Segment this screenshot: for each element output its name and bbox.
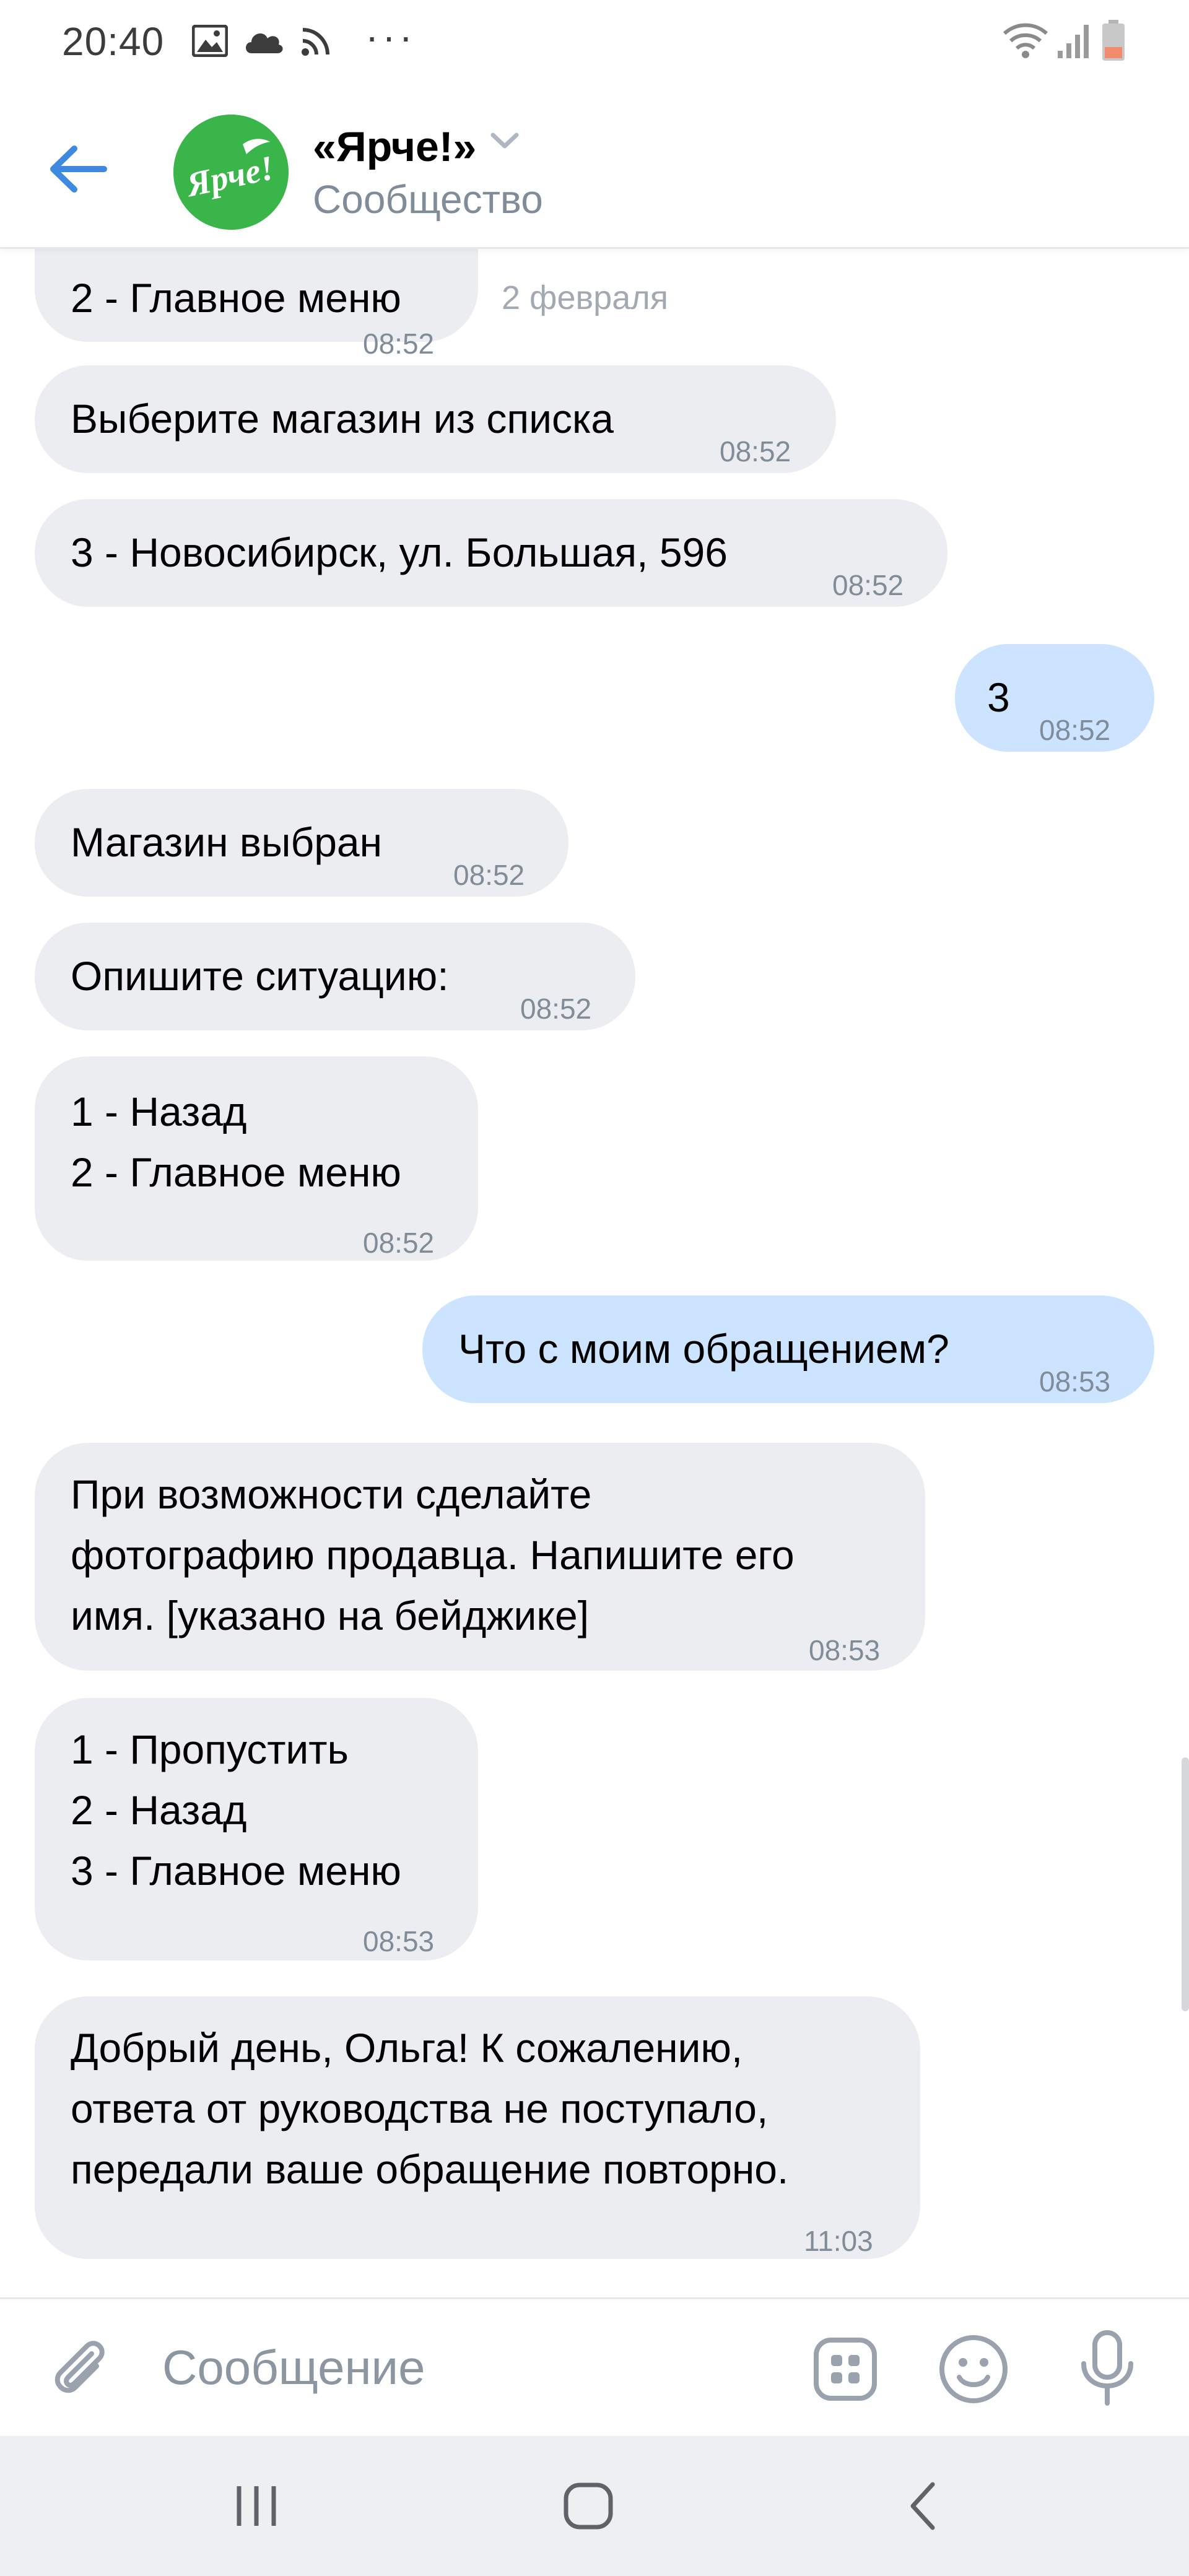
emoji-icon[interactable] bbox=[938, 2334, 1009, 2404]
date-separator: 2 февраля bbox=[502, 279, 668, 316]
incoming-message[interactable]: Опишите ситуацию: 08:52 bbox=[35, 923, 635, 1030]
message-time: 08:52 bbox=[363, 1227, 435, 1259]
message-time: 08:52 bbox=[520, 993, 592, 1025]
message-time: 11:03 bbox=[804, 2225, 873, 2257]
incoming-message[interactable]: 1 - Пропустить 2 - Назад 3 - Главное мен… bbox=[35, 1698, 478, 1960]
message-line: имя. [указано на бейджике] bbox=[71, 1593, 590, 1638]
outgoing-message[interactable]: 3 08:52 bbox=[955, 644, 1154, 752]
yarche-logo-icon: Ярче! bbox=[173, 115, 289, 230]
gallery-icon bbox=[192, 25, 228, 57]
incoming-message[interactable]: Магазин выбран 08:52 bbox=[35, 789, 568, 897]
incoming-message[interactable]: Выберите магазин из списка 08:52 bbox=[35, 365, 836, 473]
chat-header: Ярче! «Ярче!» Сообщество bbox=[0, 87, 1189, 249]
message-text: Магазин выбран bbox=[71, 819, 383, 865]
back-arrow-icon[interactable] bbox=[47, 142, 109, 196]
message-time: 08:53 bbox=[809, 1634, 881, 1666]
chevron-down-icon[interactable] bbox=[489, 130, 520, 152]
recent-apps-button[interactable] bbox=[163, 2436, 349, 2576]
chat-title[interactable]: «Ярче!» bbox=[313, 123, 476, 171]
cast-icon bbox=[302, 28, 329, 56]
message-line: Добрый день, Ольга! К сожалению, bbox=[71, 2025, 743, 2071]
microphone-icon[interactable] bbox=[1078, 2330, 1137, 2407]
message-text: 2 - Главное меню bbox=[71, 275, 401, 321]
message-text: Опишите ситуацию: bbox=[71, 953, 449, 999]
bot-keyboard-icon[interactable] bbox=[812, 2336, 878, 2402]
message-composer bbox=[0, 2297, 1189, 2436]
message-time: 08:52 bbox=[832, 569, 904, 601]
chat-subtitle: Сообщество bbox=[313, 177, 543, 222]
system-navigation-bar bbox=[0, 2436, 1189, 2576]
recent-apps-icon bbox=[237, 2486, 276, 2526]
message-text: Выберите магазин из списка bbox=[71, 396, 614, 442]
battery-icon bbox=[1102, 20, 1125, 61]
incoming-message[interactable]: При возможности сделайте фотографию прод… bbox=[35, 1443, 925, 1671]
message-time: 08:52 bbox=[453, 859, 525, 891]
message-line: 3 - Главное меню bbox=[71, 1848, 401, 1894]
more-notifications: ··· bbox=[365, 14, 416, 59]
message-line: При возможности сделайте bbox=[71, 1471, 592, 1517]
incoming-message[interactable]: 3 - Новосибирск, ул. Большая, 596 08:52 bbox=[35, 499, 947, 607]
attach-icon[interactable] bbox=[47, 2335, 115, 2403]
message-line: 2 - Главное меню bbox=[71, 1149, 401, 1195]
incoming-message[interactable]: 2 - Главное меню 08:52 bbox=[35, 249, 478, 360]
message-line: 1 - Пропустить bbox=[71, 1726, 349, 1772]
message-line: передали ваше обращение повторно. bbox=[71, 2146, 789, 2192]
message-line: ответа от руководства не поступало, bbox=[71, 2086, 769, 2131]
cloud-icon bbox=[246, 33, 283, 53]
message-time: 08:53 bbox=[1039, 1365, 1111, 1398]
status-bar: 20:40 ··· bbox=[0, 0, 1189, 87]
incoming-message[interactable]: Добрый день, Ольга! К сожалению, ответа … bbox=[35, 1996, 920, 2259]
vk-chat-screen: 20:40 ··· Ярче! «Ярче!» Сообщество 2 - Г… bbox=[0, 0, 1189, 2576]
message-time: 08:52 bbox=[1039, 714, 1111, 746]
home-button[interactable] bbox=[495, 2436, 681, 2576]
message-time: 08:52 bbox=[720, 435, 791, 468]
message-line: 1 - Назад bbox=[71, 1089, 247, 1134]
outgoing-message[interactable]: Что с моим обращением? 08:53 bbox=[422, 1295, 1154, 1403]
message-list[interactable]: 2 - Главное меню 08:52 2 февраля Выберит… bbox=[0, 249, 1189, 2297]
scrollbar[interactable] bbox=[1182, 1757, 1189, 2011]
status-time: 20:40 bbox=[62, 19, 165, 64]
message-line: фотографию продавца. Напишите его bbox=[71, 1532, 795, 1578]
system-back-icon bbox=[910, 2482, 935, 2530]
wifi-icon bbox=[1003, 23, 1048, 58]
community-avatar[interactable]: Ярче! bbox=[173, 115, 289, 230]
message-input[interactable] bbox=[162, 2330, 782, 2404]
signal-icon bbox=[1058, 25, 1089, 58]
message-time: 08:53 bbox=[363, 1925, 435, 1957]
message-line: 2 - Назад bbox=[71, 1787, 247, 1833]
incoming-message[interactable]: 1 - Назад 2 - Главное меню 08:52 bbox=[35, 1056, 478, 1261]
message-text: Что с моим обращением? bbox=[458, 1326, 949, 1372]
system-back-button[interactable] bbox=[830, 2436, 1016, 2576]
home-icon bbox=[564, 2482, 613, 2530]
message-text: 3 - Новосибирск, ул. Большая, 596 bbox=[71, 529, 728, 575]
message-text: 3 bbox=[987, 674, 1010, 720]
